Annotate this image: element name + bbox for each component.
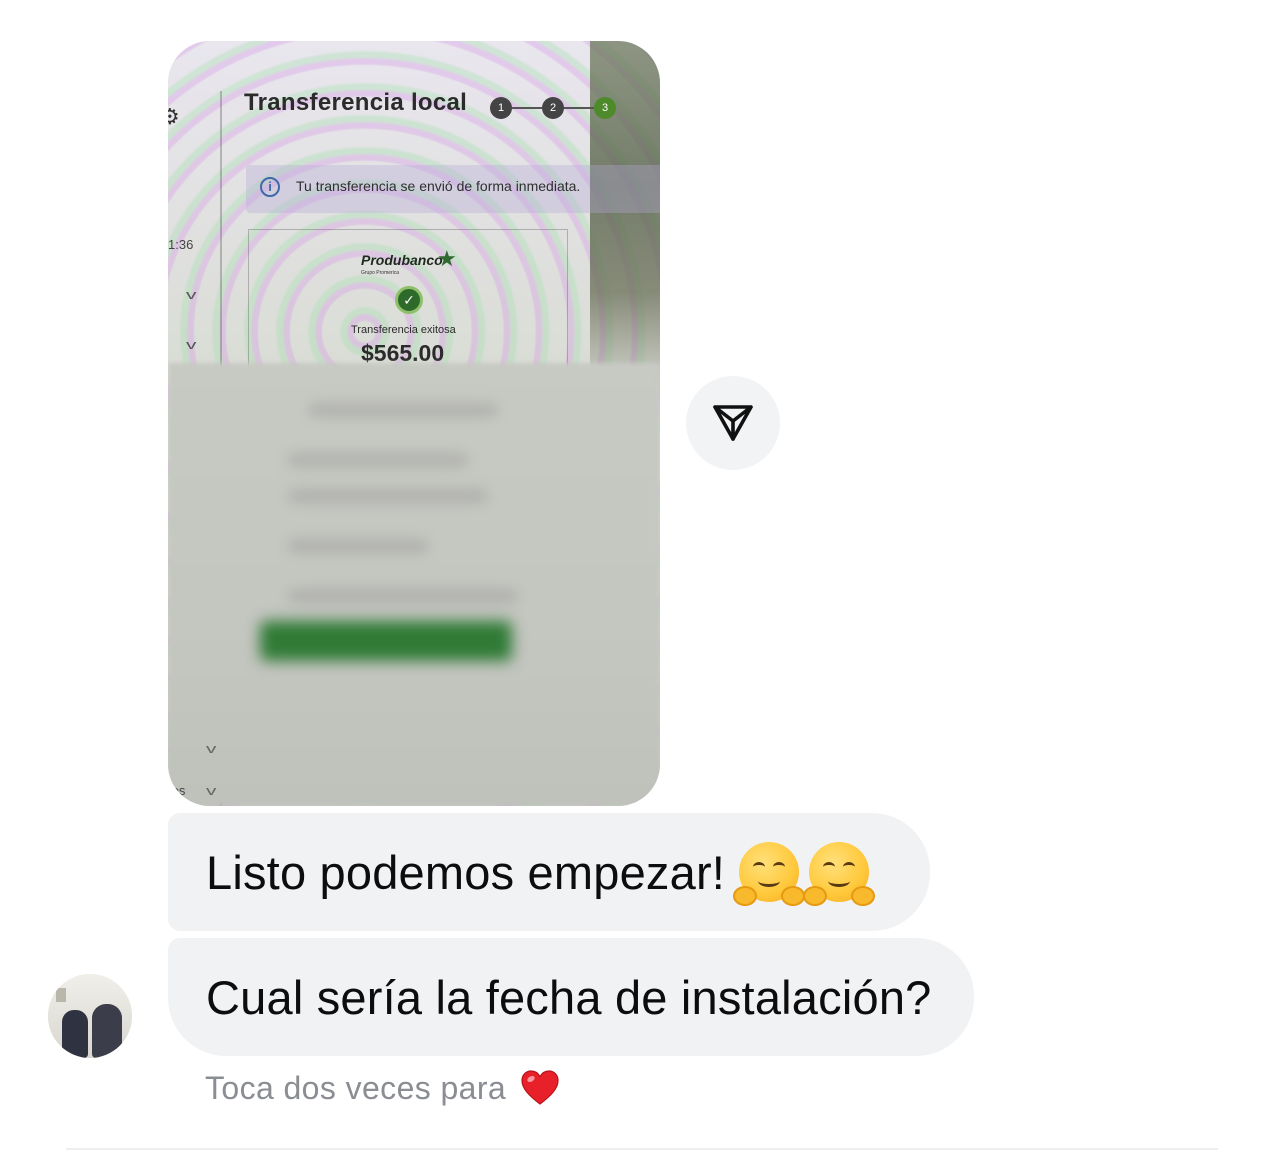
share-button[interactable] (686, 376, 780, 470)
info-banner-text: Tu transferencia se envió de forma inmed… (296, 178, 581, 194)
message-text: Listo podemos empezar! (206, 845, 726, 899)
blurred-line (288, 589, 518, 603)
info-icon: i (260, 177, 280, 197)
hugging-face-icon (803, 842, 876, 906)
hint-text: Toca dos veces para (205, 1069, 507, 1106)
transfer-status-label: Transferencia exitosa (351, 324, 456, 336)
heart-icon (521, 1070, 559, 1105)
success-check-icon: ✓ (395, 286, 423, 314)
blurred-region (168, 363, 660, 806)
chevron-down-icon: v (206, 741, 217, 756)
blurred-line (288, 539, 428, 553)
avatar[interactable] (48, 974, 132, 1058)
chevron-down-icon: v (186, 337, 197, 352)
step-2: 2 (542, 97, 564, 119)
step-connector (564, 107, 594, 109)
chevron-down-icon: v (186, 287, 197, 302)
bank-star-icon: ★ (437, 246, 457, 271)
chevron-down-icon: v (206, 783, 217, 798)
step-3: 3 (594, 97, 616, 119)
message-bubble[interactable]: Listo podemos empezar! (168, 813, 930, 931)
bank-logo-text: Produbanco (361, 252, 443, 268)
step-connector (512, 107, 542, 109)
double-tap-hint: Toca dos veces para (205, 1068, 560, 1108)
bank-logo-subtitle: Grupo Promerica (361, 270, 400, 276)
info-banner: i Tu transferencia se envió de forma inm… (246, 165, 660, 213)
emoji-group (733, 842, 876, 906)
paper-plane-icon (713, 405, 753, 441)
blurred-button (260, 621, 512, 661)
message-bubble[interactable]: Cual sería la fecha de instalación? (168, 938, 974, 1056)
photo-side-time: 1:36 (168, 237, 194, 252)
composer-divider (66, 1148, 1218, 1150)
message-text: Cual sería la fecha de instalación? (206, 970, 932, 1024)
photo-screen-title: Transferencia local (244, 89, 468, 116)
blurred-line (288, 453, 468, 467)
gear-icon: ⚙ (168, 104, 180, 129)
photo-side-footer: tos (168, 783, 186, 798)
blurred-line (288, 489, 488, 503)
photo-plant-background (590, 41, 660, 401)
shared-photo-message[interactable]: ⚙ Transferencia local 1 2 3 i Tu transfe… (168, 41, 660, 806)
transfer-receipt: Produbanco ★ Grupo Promerica ✓ Transfere… (248, 229, 568, 370)
hugging-face-icon (733, 842, 806, 906)
step-1: 1 (490, 97, 512, 119)
blurred-line (308, 403, 498, 417)
